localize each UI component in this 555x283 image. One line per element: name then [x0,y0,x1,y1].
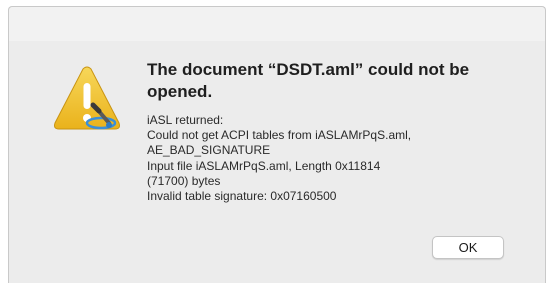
message-line: AE_BAD_SIGNATURE [147,143,271,158]
ok-button[interactable]: OK [432,236,504,259]
warning-icon [49,63,125,139]
message-line: (71700) bytes [147,173,221,188]
dialog-titlebar [9,7,545,41]
message-line: Input file iASLAMrPqS.aml, Length 0x1181… [147,158,381,173]
alert-dialog: The document “DSDT.aml” could not be ope… [8,6,546,283]
dialog-title: The document “DSDT.aml” could not be ope… [147,60,470,101]
message-line: Invalid table signature: 0x07160500 [147,189,337,204]
message-line: iASL returned: [147,113,224,127]
dialog-content: The document “DSDT.aml” could not be ope… [147,59,527,204]
message-line: Could not get ACPI tables from iASLAMrPq… [147,128,412,143]
dialog-message: iASL returned: Could not get ACPI tables… [147,113,527,204]
